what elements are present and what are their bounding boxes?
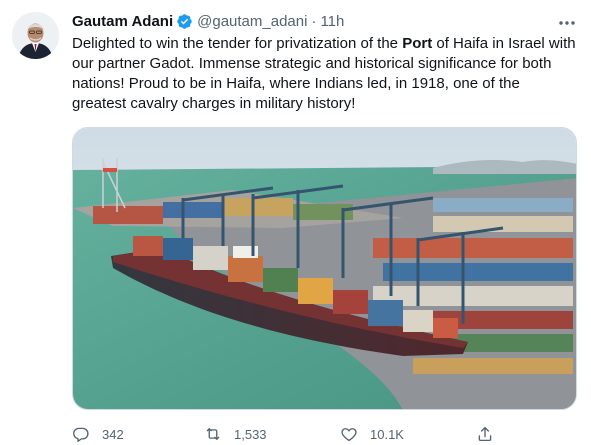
tweet-header: Gautam Adani @gautam_adani · 11h <box>72 11 344 31</box>
separator-dot: · <box>311 12 317 30</box>
reply-button[interactable]: 342 <box>72 424 124 444</box>
tweet[interactable]: Gautam Adani @gautam_adani · 11h Delight… <box>0 0 591 445</box>
tweet-actions: 342 1,533 10.1K <box>72 424 577 444</box>
tweet-text-part-1: Delighted to win the tender for privatiz… <box>72 35 403 52</box>
tweet-text: Delighted to win the tender for privatiz… <box>72 34 577 114</box>
port-photo-image <box>73 128 576 409</box>
more-icon <box>559 21 575 25</box>
retweet-icon <box>206 428 220 440</box>
more-button[interactable] <box>557 13 577 33</box>
retweet-count: 1,533 <box>234 426 267 442</box>
author-handle[interactable]: @gautam_adani <box>197 13 307 30</box>
reply-count: 342 <box>102 426 124 442</box>
tweet-text-bold-port: Port <box>402 35 433 52</box>
tweet-photo[interactable] <box>72 127 577 410</box>
timestamp[interactable]: 11h <box>320 13 344 30</box>
like-count: 10.1K <box>370 426 404 442</box>
reply-icon <box>73 427 89 442</box>
author-name[interactable]: Gautam Adani <box>72 13 173 30</box>
retweet-button[interactable]: 1,533 <box>204 424 267 444</box>
share-button[interactable] <box>476 424 494 444</box>
avatar-image <box>12 12 59 59</box>
verified-badge-icon <box>177 13 192 29</box>
avatar[interactable] <box>12 12 59 59</box>
heart-icon <box>341 428 357 442</box>
share-icon <box>478 426 492 442</box>
like-button[interactable]: 10.1K <box>340 424 404 444</box>
